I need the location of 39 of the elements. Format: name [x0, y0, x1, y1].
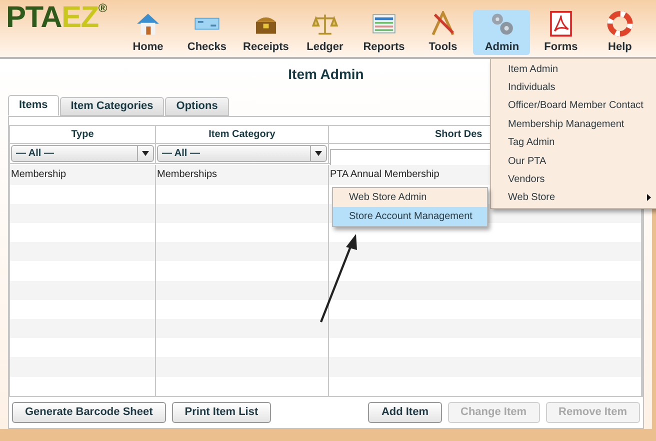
- menu-item[interactable]: Individuals: [491, 78, 656, 97]
- nav-button[interactable]: Home: [119, 10, 176, 55]
- nav-button[interactable]: Reports: [355, 10, 412, 55]
- column-header: Type: [71, 128, 94, 142]
- nav-button[interactable]: Tools: [414, 10, 472, 55]
- logo: PTAEZ®: [6, 1, 106, 35]
- nav-button[interactable]: Receipts: [237, 10, 294, 55]
- action-button[interactable]: Generate Barcode Sheet: [12, 402, 166, 423]
- menu-item[interactable]: Vendors: [491, 170, 656, 189]
- action-button[interactable]: Print Item List: [172, 402, 272, 423]
- table-cell-text: PTA Annual Membership: [330, 168, 440, 182]
- nav-button[interactable]: Forms: [532, 10, 590, 55]
- menu-item[interactable]: Officer/Board Member Contact: [491, 96, 656, 116]
- nav-button[interactable]: Help: [591, 10, 648, 55]
- menu-item[interactable]: Web Store: [491, 188, 656, 208]
- tab[interactable]: Options: [165, 97, 229, 116]
- table-cell-text: Memberships: [157, 168, 218, 182]
- menu-item[interactable]: Store Account Management: [333, 207, 487, 226]
- filter-dropdown[interactable]: — All —: [11, 145, 154, 162]
- column-header: Item Category: [208, 128, 276, 142]
- menu-item[interactable]: Membership Management: [491, 115, 656, 134]
- submenu-arrow-icon: [647, 194, 651, 202]
- page-title: Item Admin: [288, 65, 364, 84]
- nav-button[interactable]: Checks: [178, 10, 236, 55]
- caret-icon: [315, 151, 322, 156]
- column-header: Short Des: [435, 128, 482, 142]
- menu-item[interactable]: Item Admin: [491, 60, 656, 78]
- table-cell-text: Membership: [11, 168, 66, 182]
- caret-icon: [142, 151, 149, 156]
- tab[interactable]: Items: [8, 95, 59, 116]
- filter-dropdown[interactable]: — All —: [157, 145, 327, 162]
- nav-button[interactable]: Admin: [473, 10, 530, 55]
- menu-item[interactable]: Tag Admin: [491, 134, 656, 152]
- action-button[interactable]: Add Item: [368, 402, 442, 423]
- lifebuoy-icon: [604, 11, 635, 36]
- tab[interactable]: Item Categories: [60, 97, 164, 116]
- menu-item[interactable]: Web Store Admin: [333, 188, 487, 207]
- menu-item[interactable]: Our PTA: [491, 152, 656, 170]
- nav-button[interactable]: Ledger: [296, 10, 354, 55]
